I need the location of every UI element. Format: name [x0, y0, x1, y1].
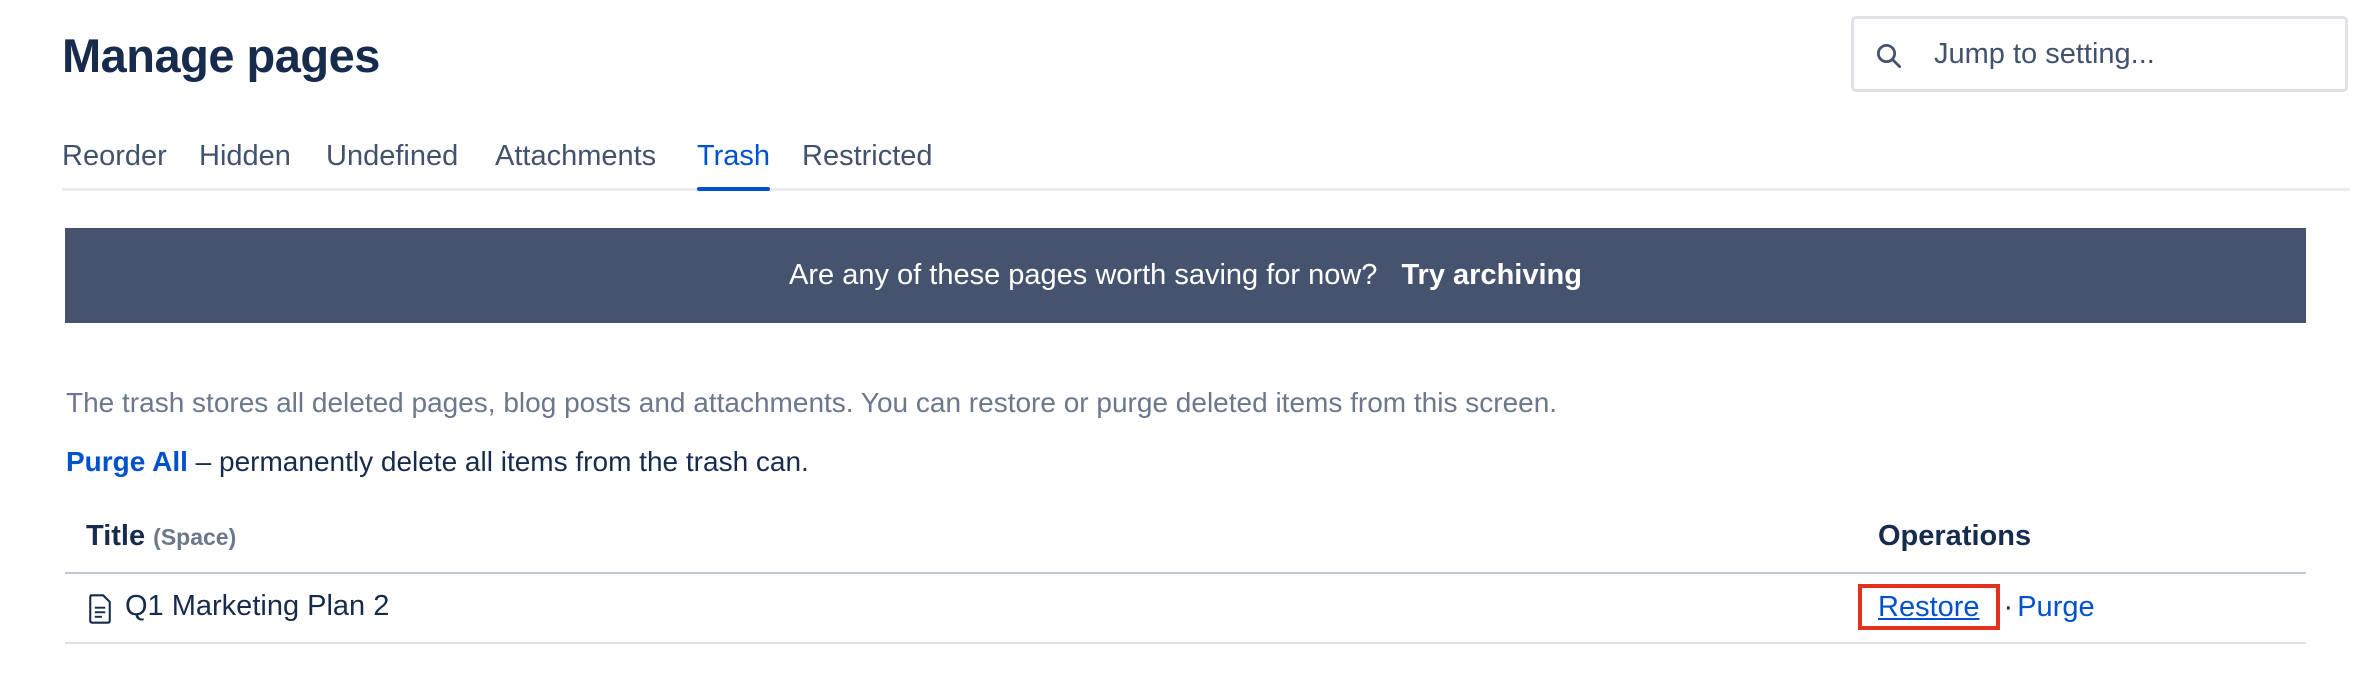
tab-reorder[interactable]: Reorder — [62, 134, 167, 188]
purge-all-description: – permanently delete all items from the … — [187, 446, 809, 477]
tab-hidden[interactable]: Hidden — [199, 134, 291, 188]
manage-pages-screen: Manage pages Reorder Hidden Undefined At… — [0, 0, 2368, 678]
tab-undefined[interactable]: Undefined — [326, 134, 458, 188]
restore-link[interactable]: Restore — [1858, 584, 2000, 630]
space-header-label: (Space) — [153, 524, 237, 550]
title-column-header: Title (Space) — [86, 520, 236, 553]
tab-bar: Reorder Hidden Undefined Attachments Tra… — [62, 134, 2350, 191]
trash-description: The trash stores all deleted pages, blog… — [66, 387, 1558, 418]
table-row: Q1 Marketing Plan 2 Restore · Purge — [65, 574, 2306, 644]
page-title: Manage pages — [62, 29, 380, 82]
purge-link[interactable]: Purge — [2017, 591, 2094, 624]
search-icon — [1877, 44, 1901, 68]
try-archiving-link[interactable]: Try archiving — [1401, 259, 1582, 292]
table-header: Title (Space) Operations — [65, 506, 2306, 574]
tab-trash[interactable]: Trash — [697, 134, 771, 191]
purge-all-line: Purge All – permanently delete all items… — [66, 446, 809, 478]
title-header-label: Title — [86, 520, 146, 552]
tab-restricted[interactable]: Restricted — [802, 134, 933, 188]
page-icon — [89, 594, 111, 624]
tab-attachments[interactable]: Attachments — [495, 134, 656, 188]
jump-to-setting-search[interactable] — [1851, 16, 2348, 92]
operations-cell: Restore · Purge — [1858, 584, 2095, 630]
banner-message: Are any of these pages worth saving for … — [789, 259, 1378, 291]
search-input[interactable] — [1934, 31, 2334, 77]
purge-all-link[interactable]: Purge All — [66, 446, 188, 477]
operations-column-header: Operations — [1878, 520, 2032, 552]
archive-banner: Are any of these pages worth saving for … — [65, 228, 2306, 323]
row-page-title: Q1 Marketing Plan 2 — [125, 590, 390, 622]
trash-table: Title (Space) Operations Q1 Marketing Pl… — [65, 506, 2306, 644]
operations-separator: · — [2003, 590, 2014, 623]
